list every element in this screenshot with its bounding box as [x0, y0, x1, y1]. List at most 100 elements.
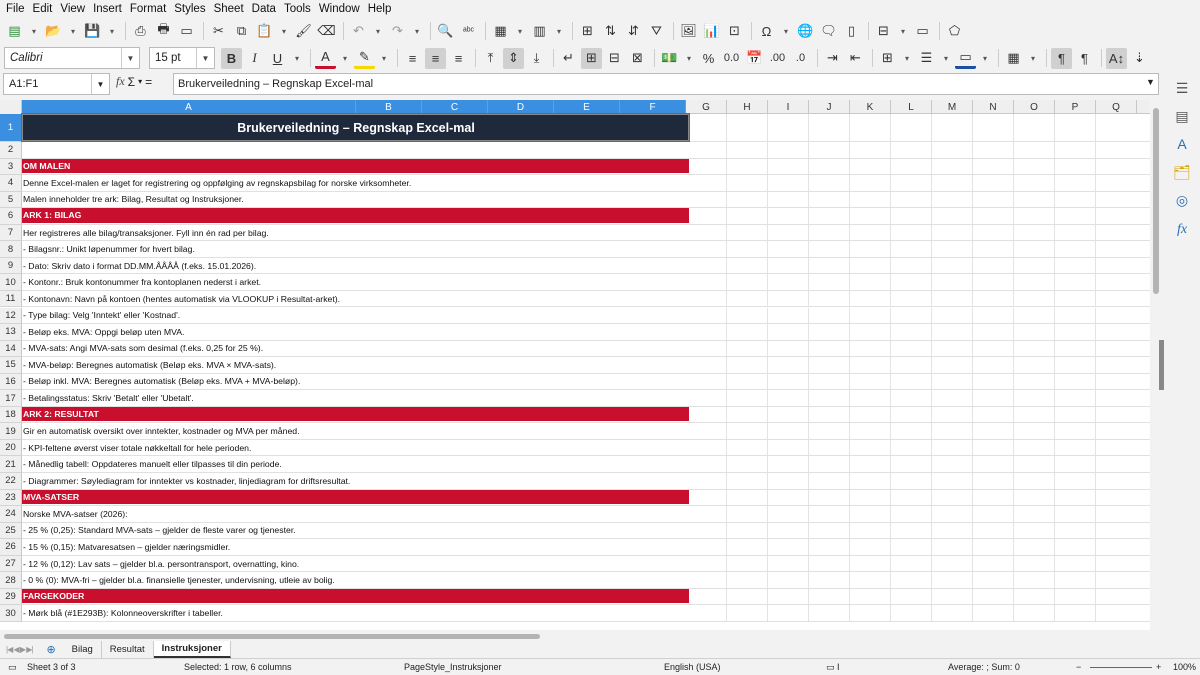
- clone-formatting-icon[interactable]: 🖌: [293, 21, 314, 42]
- text-cell[interactable]: [22, 142, 689, 158]
- row-header[interactable]: 4: [0, 175, 22, 192]
- align-top-icon[interactable]: ⤒: [480, 48, 501, 69]
- new-dropdown-icon[interactable]: ▾: [27, 21, 41, 42]
- decrease-indent-icon[interactable]: ⇤: [845, 48, 866, 69]
- row-header[interactable]: 23: [0, 489, 22, 507]
- row-header[interactable]: 14: [0, 340, 22, 358]
- borders-dropdown-icon[interactable]: ▾: [900, 48, 914, 69]
- row-header[interactable]: 29: [0, 588, 22, 606]
- functions-icon[interactable]: fx: [1172, 220, 1192, 240]
- column-header-o[interactable]: O: [1014, 100, 1055, 114]
- row-header[interactable]: 10: [0, 274, 22, 291]
- document-modified-icon[interactable]: ▭: [8, 662, 17, 673]
- toggle-autofilter-icon[interactable]: ⊞: [577, 21, 598, 42]
- align-bottom-icon[interactable]: ⤓: [526, 48, 547, 69]
- text-cell[interactable]: - Beløp eks. MVA: Oppgi beløp uten MVA.: [22, 324, 689, 340]
- split-window-icon[interactable]: ▭: [912, 21, 933, 42]
- menu-file[interactable]: File: [4, 3, 31, 15]
- headers-footers-icon[interactable]: ▯: [841, 21, 862, 42]
- comment-icon[interactable]: 🗨: [818, 21, 839, 42]
- styles-icon[interactable]: A: [1172, 134, 1192, 154]
- menu-insert[interactable]: Insert: [91, 3, 128, 15]
- column-header-m[interactable]: M: [932, 100, 973, 114]
- spreadsheet-grid[interactable]: ABCDEFGHIJKLMNOPQ 1 Brukerveiledning – Re…: [0, 100, 1150, 630]
- row-header[interactable]: 9: [0, 257, 22, 275]
- expand-formula-icon[interactable]: ▼: [1146, 77, 1155, 87]
- column-header-f[interactable]: F: [620, 100, 686, 114]
- add-sheet-icon[interactable]: ⊕: [46, 643, 55, 656]
- clear-formatting-icon[interactable]: ⌫: [316, 21, 337, 42]
- freeze-dropdown-icon[interactable]: ▾: [896, 21, 910, 42]
- row-icon[interactable]: ▦: [490, 21, 511, 42]
- row-header[interactable]: 24: [0, 506, 22, 523]
- autofilter-icon[interactable]: ⛛: [646, 21, 667, 42]
- print-icon[interactable]: 🖶: [153, 21, 174, 42]
- find-replace-icon[interactable]: 🔍: [435, 21, 456, 42]
- date-format-icon[interactable]: 📅: [744, 48, 765, 69]
- border-color-dropdown-icon[interactable]: ▾: [978, 48, 992, 69]
- column-header-i[interactable]: I: [768, 100, 809, 114]
- select-all-corner[interactable]: [0, 100, 22, 114]
- menu-data[interactable]: Data: [250, 3, 282, 15]
- navigator-icon[interactable]: ◎: [1172, 190, 1192, 210]
- paste-dropdown-icon[interactable]: ▾: [277, 21, 291, 42]
- row-header[interactable]: 19: [0, 423, 22, 440]
- align-middle-icon[interactable]: ⇕: [503, 47, 524, 69]
- border-style-icon[interactable]: ☰: [916, 48, 937, 69]
- column-icon[interactable]: ▥: [529, 21, 550, 42]
- column-header-b[interactable]: B: [356, 100, 422, 114]
- text-vertical-icon[interactable]: A↕: [1106, 47, 1127, 69]
- sort-descending-icon[interactable]: ⇵: [623, 21, 644, 42]
- text-cell[interactable]: Norske MVA-satser (2026):: [22, 506, 689, 522]
- menu-view[interactable]: View: [58, 3, 91, 15]
- font-size-combo[interactable]: 15 pt ▼: [149, 47, 215, 69]
- row-dropdown-icon[interactable]: ▾: [513, 21, 527, 42]
- text-direction-icon[interactable]: ⇣: [1129, 48, 1150, 69]
- underline-dropdown-icon[interactable]: ▾: [290, 48, 304, 69]
- show-draw-functions-icon[interactable]: ⬠: [944, 21, 965, 42]
- section-header-cell[interactable]: ARK 1: BILAG: [22, 208, 689, 224]
- insert-chart-icon[interactable]: 📊: [701, 21, 722, 42]
- open-dropdown-icon[interactable]: ▾: [66, 21, 80, 42]
- row-header[interactable]: 8: [0, 241, 22, 258]
- currency-format-icon[interactable]: 💵: [659, 48, 680, 69]
- save-icon[interactable]: 💾: [82, 21, 103, 42]
- formula-input[interactable]: Brukerveiledning – Regnskap Excel-mal: [173, 73, 1159, 95]
- align-left-icon[interactable]: ≡: [402, 48, 423, 69]
- menu-help[interactable]: Help: [366, 3, 398, 15]
- row-header[interactable]: 25: [0, 522, 22, 540]
- function-wizard-icon[interactable]: fx: [116, 74, 125, 89]
- add-decimal-icon[interactable]: .00: [767, 48, 788, 69]
- column-header-g[interactable]: G: [686, 100, 727, 114]
- text-cell[interactable]: - Betalingsstatus: Skriv 'Betalt' eller …: [22, 390, 689, 406]
- text-cell[interactable]: - Kontonr.: Bruk kontonummer fra kontopl…: [22, 274, 689, 290]
- sort-ascending-icon[interactable]: ⇅: [600, 21, 621, 42]
- sheet-nav-buttons[interactable]: |◀ ◀ ▶ ▶|: [6, 645, 33, 654]
- redo-dropdown-icon[interactable]: ▾: [410, 21, 424, 42]
- text-cell[interactable]: - KPI-feltene øverst viser totale nøkkel…: [22, 440, 689, 456]
- text-cell[interactable]: - Dato: Skriv dato i format DD.MM.ÅÅÅÅ (…: [22, 258, 689, 274]
- text-cell[interactable]: - 15 % (0,15): Matvaresatsen – gjelder n…: [22, 539, 689, 555]
- status-pagestyle[interactable]: PageStyle_Instruksjoner: [404, 662, 502, 672]
- font-color-icon[interactable]: A: [315, 48, 336, 69]
- row-header[interactable]: 21: [0, 456, 22, 473]
- row-header[interactable]: 1: [0, 114, 22, 142]
- font-name-combo[interactable]: Calibri ▼: [4, 47, 140, 69]
- menu-tools[interactable]: Tools: [282, 3, 317, 15]
- name-box[interactable]: A1:F1 ▼: [3, 73, 110, 95]
- zoom-in-icon[interactable]: +: [1156, 662, 1161, 672]
- text-cell[interactable]: Denne Excel-malen er laget for registrer…: [22, 175, 689, 191]
- borders-icon[interactable]: ⊞: [877, 48, 898, 69]
- left-to-right-icon[interactable]: ¶: [1051, 47, 1072, 69]
- export-pdf-icon[interactable]: ⎙: [130, 21, 151, 42]
- formula-icon[interactable]: =: [145, 75, 152, 89]
- row-header[interactable]: 22: [0, 473, 22, 490]
- align-right-icon[interactable]: ≡: [448, 48, 469, 69]
- menu-format[interactable]: Format: [128, 3, 172, 15]
- save-dropdown-icon[interactable]: ▾: [105, 21, 119, 42]
- row-header[interactable]: 28: [0, 572, 22, 589]
- column-header-j[interactable]: J: [809, 100, 850, 114]
- vertical-scroll-thumb[interactable]: [1153, 108, 1159, 294]
- bold-icon[interactable]: B: [221, 47, 242, 69]
- insert-image-icon[interactable]: 🖼: [678, 21, 699, 42]
